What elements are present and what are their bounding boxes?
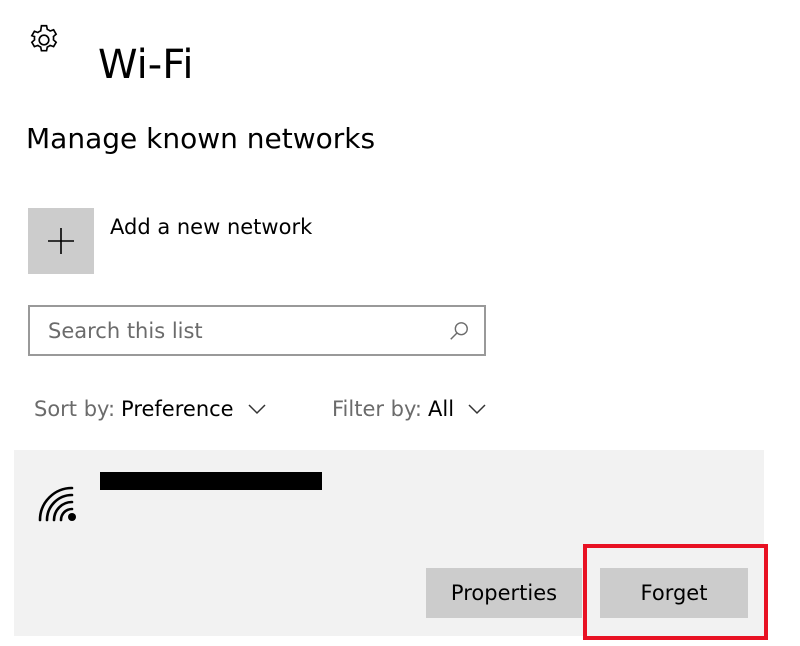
filter-by-value[interactable]: All <box>428 392 454 426</box>
page-title: Wi-Fi <box>98 41 194 88</box>
properties-button[interactable]: Properties <box>426 568 582 618</box>
section-heading: Manage known networks <box>26 122 376 155</box>
add-network-label[interactable]: Add a new network <box>110 212 312 242</box>
gear-icon <box>30 24 58 52</box>
network-list-item[interactable]: Properties Forget <box>14 450 764 636</box>
chevron-down-icon[interactable] <box>248 403 266 415</box>
network-name <box>100 472 322 490</box>
chevron-down-icon[interactable] <box>468 403 486 415</box>
search-box[interactable] <box>28 305 486 356</box>
search-input[interactable] <box>30 307 448 354</box>
sort-by-dropdown[interactable]: Sort by: Preference <box>34 392 266 426</box>
filter-by-label: Filter by: <box>332 397 422 421</box>
wifi-secured-icon <box>38 486 76 522</box>
plus-icon <box>48 228 74 254</box>
add-network-tile[interactable] <box>28 208 94 274</box>
filter-by-dropdown[interactable]: Filter by: All <box>332 392 486 426</box>
sort-by-label: Sort by: <box>34 397 116 421</box>
forget-button[interactable]: Forget <box>600 568 748 618</box>
search-icon[interactable] <box>448 320 470 342</box>
sort-by-value[interactable]: Preference <box>121 392 234 426</box>
add-network-button[interactable]: Add a new network <box>28 208 312 274</box>
